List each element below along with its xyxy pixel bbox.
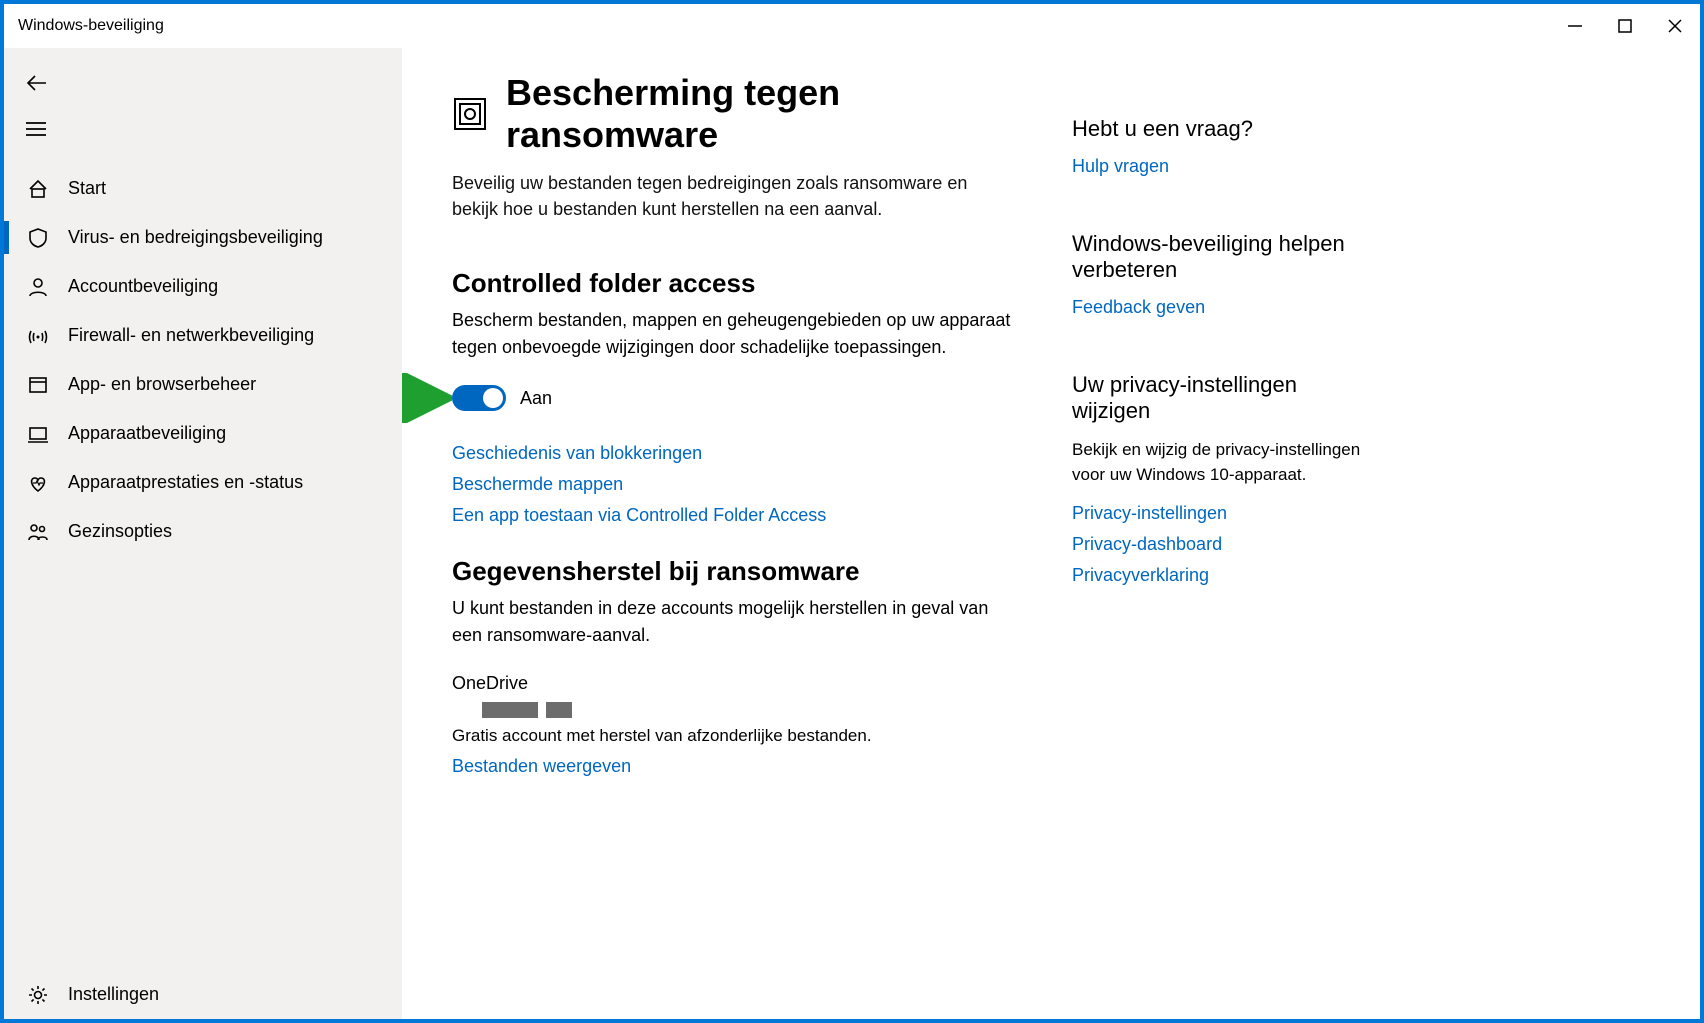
cfa-toggle[interactable] (452, 385, 506, 411)
nav-label: Apparaatbeveiliging (68, 423, 226, 444)
browser-icon (24, 374, 52, 396)
nav-label: Accountbeveiliging (68, 276, 218, 297)
page-description: Beveilig uw bestanden tegen bedreigingen… (452, 170, 1012, 222)
aside-privacy-heading: Uw privacy-instellingen wijzigen (1072, 372, 1372, 424)
nav-label: Apparaatprestaties en -status (68, 472, 303, 493)
nav-settings[interactable]: Instellingen (4, 970, 402, 1019)
aside-improve-heading: Windows-beveiliging helpen verbeteren (1072, 231, 1372, 283)
nav-firewall-network[interactable]: Firewall- en netwerkbeveiliging (4, 311, 402, 360)
device-icon (24, 423, 52, 445)
nav-label: Start (68, 178, 106, 199)
antenna-icon (24, 325, 52, 347)
onedrive-description: Gratis account met herstel van afzonderl… (452, 726, 1012, 746)
ransomware-icon (452, 96, 488, 132)
nav-label: Gezinsopties (68, 521, 172, 542)
nav-label: Firewall- en netwerkbeveiliging (68, 325, 314, 346)
nav-label: App- en browserbeheer (68, 374, 256, 395)
cfa-toggle-label: Aan (520, 388, 552, 409)
link-allow-app[interactable]: Een app toestaan via Controlled Folder A… (452, 505, 1012, 526)
nav-label: Virus- en bedreigingsbeveiliging (68, 227, 323, 248)
link-view-files[interactable]: Bestanden weergeven (452, 756, 1012, 777)
shield-icon (24, 227, 52, 249)
recovery-heading: Gegevensherstel bij ransomware (452, 556, 1012, 587)
nav-account-protection[interactable]: Accountbeveiliging (4, 262, 402, 311)
person-icon (24, 276, 52, 298)
page-title: Bescherming tegen ransomware (506, 72, 1012, 156)
aside-question-heading: Hebt u een vraag? (1072, 116, 1372, 142)
nav-app-browser-control[interactable]: App- en browserbeheer (4, 360, 402, 409)
cfa-description: Bescherm bestanden, mappen en geheugenge… (452, 307, 1012, 361)
minimize-button[interactable] (1564, 15, 1586, 37)
link-protected-folders[interactable]: Beschermde mappen (452, 474, 1012, 495)
close-button[interactable] (1664, 15, 1686, 37)
recovery-description: U kunt bestanden in deze accounts mogeli… (452, 595, 1012, 649)
cfa-heading: Controlled folder access (452, 268, 1012, 299)
link-block-history[interactable]: Geschiedenis van blokkeringen (452, 443, 1012, 464)
back-button[interactable] (4, 60, 60, 106)
nav-start[interactable]: Start (4, 164, 402, 213)
nav-label: Instellingen (68, 984, 159, 1005)
annotation-arrow-icon (402, 373, 452, 423)
link-privacy-settings[interactable]: Privacy-instellingen (1072, 503, 1372, 524)
nav-device-security[interactable]: Apparaatbeveiliging (4, 409, 402, 458)
link-get-help[interactable]: Hulp vragen (1072, 156, 1372, 177)
home-icon (24, 178, 52, 200)
window-title: Windows-beveiliging (18, 17, 164, 35)
aside-privacy-description: Bekijk en wijzig de privacy-instellingen… (1072, 438, 1372, 487)
nav-family-options[interactable]: Gezinsopties (4, 507, 402, 556)
link-privacy-statement[interactable]: Privacyverklaring (1072, 565, 1372, 586)
nav-virus-threat-protection[interactable]: Virus- en bedreigingsbeveiliging (4, 213, 402, 262)
redacted-account (482, 702, 1012, 718)
nav-device-performance[interactable]: Apparaatprestaties en -status (4, 458, 402, 507)
gear-icon (24, 984, 52, 1006)
family-icon (24, 521, 52, 543)
maximize-button[interactable] (1614, 15, 1636, 37)
heart-icon (24, 472, 52, 494)
onedrive-label: OneDrive (452, 673, 1012, 694)
link-privacy-dashboard[interactable]: Privacy-dashboard (1072, 534, 1372, 555)
hamburger-button[interactable] (4, 106, 60, 152)
link-give-feedback[interactable]: Feedback geven (1072, 297, 1372, 318)
